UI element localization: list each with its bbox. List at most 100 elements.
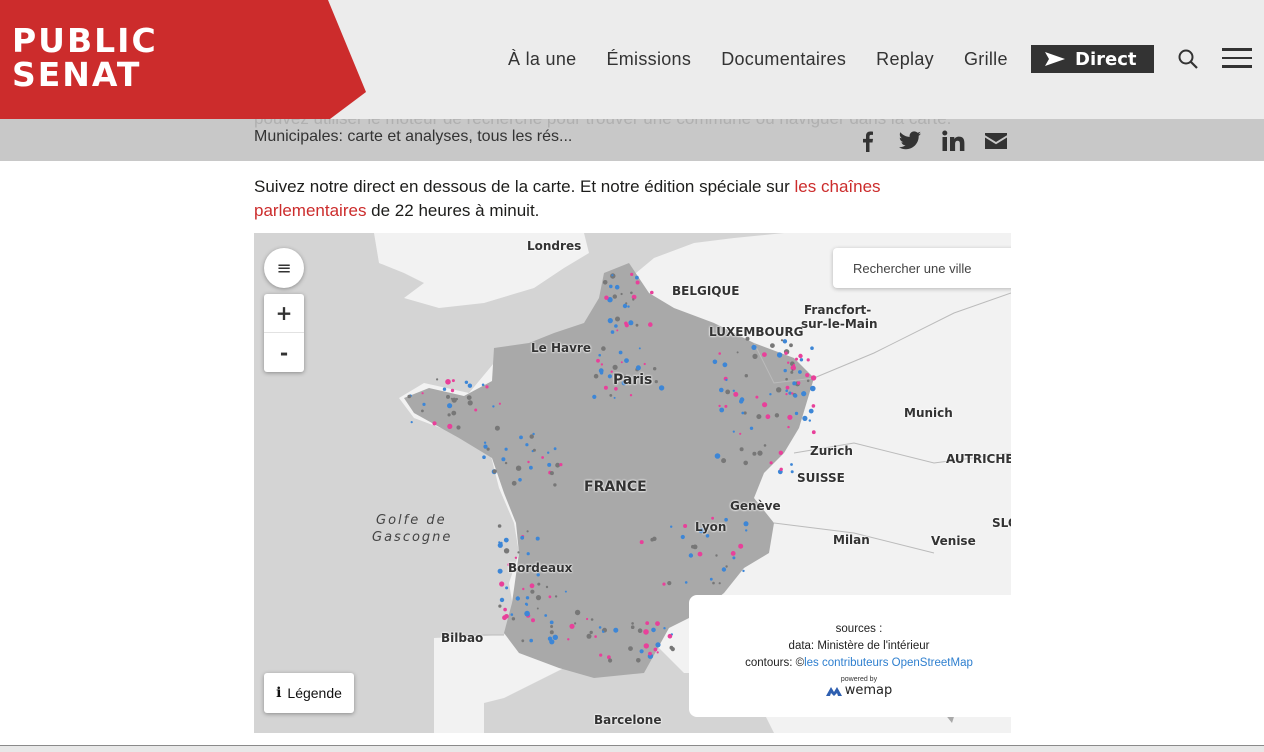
commune-dot [497, 542, 503, 548]
commune-dot [521, 639, 525, 643]
city-search-input[interactable] [833, 248, 1011, 288]
commune-dot [603, 385, 608, 390]
commune-dot [612, 294, 617, 299]
commune-dot [670, 525, 673, 528]
commune-dot [467, 383, 473, 388]
openstreetmap-link[interactable]: les contributeurs OpenStreetMap [804, 657, 973, 669]
commune-dot [792, 381, 797, 386]
commune-dot [755, 395, 759, 399]
commune-dot [432, 421, 437, 426]
facebook-icon[interactable] [856, 130, 880, 152]
commune-dot [504, 447, 508, 451]
map-label-londres: Londres [527, 239, 582, 253]
commune-dot [691, 544, 695, 549]
commune-dot [527, 460, 530, 464]
commune-dot [724, 404, 728, 408]
twitter-icon[interactable] [898, 130, 922, 152]
logo[interactable]: PUBLIC SENAT [0, 0, 366, 119]
commune-dot [627, 305, 630, 308]
commune-dot [598, 353, 601, 357]
commune-dot [483, 444, 488, 449]
commune-dot [790, 370, 794, 374]
commune-dot [776, 352, 783, 358]
map-label-barcelone: Barcelone [594, 713, 662, 727]
commune-dot [798, 370, 802, 374]
commune-dot [762, 352, 767, 357]
commune-dot [511, 617, 516, 621]
commune-dot [602, 630, 605, 633]
commune-dot [718, 582, 721, 585]
commune-dot [535, 595, 542, 601]
commune-dot [574, 609, 581, 616]
commune-dot [622, 303, 628, 309]
commune-dot [655, 621, 660, 626]
nav-item-a-la-une[interactable]: À la une [508, 49, 576, 70]
sources-title: sources : [835, 623, 883, 635]
map-label-slo: SLO [992, 516, 1011, 530]
commune-dot [808, 408, 814, 414]
map-label-golfe-1: Golfe de [376, 513, 447, 528]
commune-dot [725, 565, 728, 568]
commune-dot [599, 653, 603, 657]
zoom-in-button[interactable]: + [264, 294, 304, 333]
commune-dot [769, 393, 772, 396]
commune-dot [611, 274, 614, 277]
direct-button[interactable]: Direct [1031, 45, 1154, 73]
commune-dot [594, 635, 597, 638]
map-label-luxembourg: LUXEMBOURG [709, 325, 804, 339]
commune-dot [787, 425, 790, 429]
commune-dot [725, 378, 728, 382]
commune-dot [770, 343, 775, 348]
commune-dot [789, 343, 793, 348]
zoom-out-button[interactable]: - [264, 333, 304, 372]
map-label-suisse: SUISSE [797, 471, 845, 485]
commune-dot [510, 613, 514, 616]
commune-dot [805, 373, 810, 378]
layers-menu-button[interactable]: ≡ [264, 248, 304, 288]
nav-item-documentaires[interactable]: Documentaires [721, 49, 846, 70]
commune-dot [499, 597, 505, 603]
commune-dot [651, 627, 656, 633]
commune-dot [739, 432, 742, 435]
commune-dot [779, 467, 783, 471]
commune-dot [589, 630, 593, 635]
nav-item-grille[interactable]: Grille [964, 49, 1008, 70]
commune-dot [632, 298, 635, 301]
hamburger-menu-icon[interactable] [1222, 48, 1252, 70]
wemap-badge[interactable]: powered by wemap [689, 676, 1011, 698]
commune-dot [613, 627, 619, 633]
commune-dot [743, 521, 749, 527]
commune-dot [810, 375, 817, 381]
commune-dot [709, 577, 713, 581]
commune-dot [684, 581, 688, 584]
commune-dot [574, 622, 577, 625]
commune-dot [555, 462, 560, 468]
commune-dot [662, 582, 666, 586]
commune-dot [795, 357, 798, 361]
search-icon[interactable] [1177, 48, 1199, 70]
info-icon: i [276, 685, 282, 701]
results-map[interactable]: Londres BELGIQUE Francfort- sur-le-Main … [254, 233, 1011, 733]
nav-item-replay[interactable]: Replay [876, 49, 934, 70]
commune-dot [518, 478, 522, 482]
commune-dot [442, 387, 447, 391]
commune-dot [511, 480, 517, 486]
main-nav: À la une Émissions Documentaires Replay … [508, 46, 1038, 72]
commune-dot [517, 551, 520, 554]
commune-dot [620, 361, 623, 364]
nav-item-emissions[interactable]: Émissions [606, 49, 691, 70]
linkedin-icon[interactable] [941, 130, 965, 152]
logo-line-public: PUBLIC [12, 21, 158, 60]
commune-dot [592, 394, 597, 399]
commune-dot [648, 651, 652, 656]
commune-dot [464, 380, 469, 384]
commune-dot [784, 351, 788, 355]
mail-icon[interactable] [984, 130, 1008, 152]
legend-button[interactable]: i Légende [264, 673, 354, 713]
commune-dot [733, 391, 739, 397]
commune-dot [788, 391, 792, 395]
commune-dot [629, 394, 633, 397]
commune-dot [547, 636, 553, 641]
commune-dot [602, 280, 608, 285]
commune-dot [663, 627, 666, 630]
